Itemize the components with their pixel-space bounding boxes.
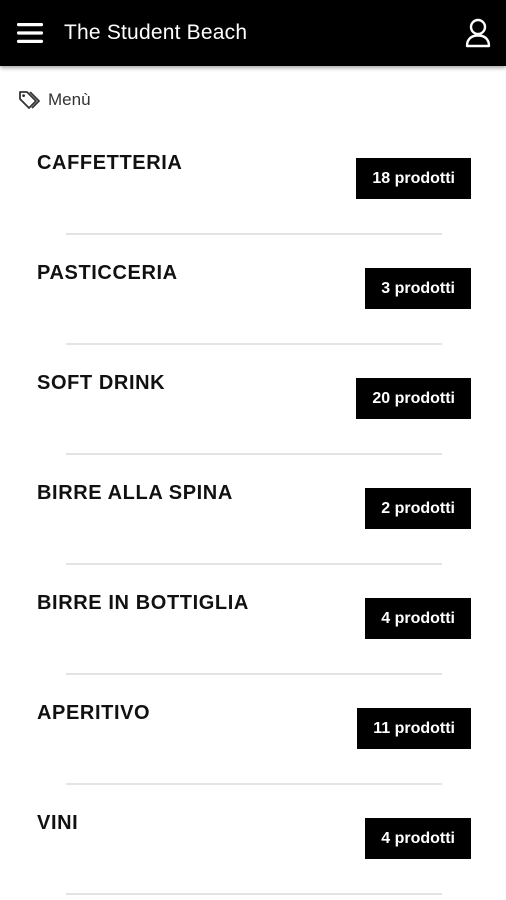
menu-button[interactable] (12, 16, 48, 50)
product-count-badge: 4 prodotti (365, 818, 471, 859)
top-app-bar: The Student Beach (0, 0, 506, 66)
product-count-badge: 3 prodotti (365, 268, 471, 309)
category-name: CAFFETTERIA (37, 152, 183, 174)
category-name: APERITIVO (37, 702, 151, 724)
category-item[interactable]: SOFT DRINK 20 prodotti (0, 345, 506, 455)
app-screen: The Student Beach Menù CAFFETTERIA 18 pr… (0, 0, 506, 900)
category-name: BIRRE ALLA SPINA (37, 482, 233, 504)
breadcrumb: Menù (18, 88, 91, 112)
breadcrumb-label: Menù (48, 90, 91, 109)
product-count-badge: 4 prodotti (365, 598, 471, 639)
user-icon (465, 18, 491, 48)
category-name: SOFT DRINK (37, 372, 166, 394)
product-count-badge: 20 prodotti (356, 378, 471, 419)
category-item[interactable]: CAFFETTERIA 18 prodotti (0, 125, 506, 235)
divider (66, 893, 442, 895)
category-item[interactable]: BIRRE ALLA SPINA 2 prodotti (0, 455, 506, 565)
product-count-badge: 18 prodotti (356, 158, 471, 199)
product-count-badge: 2 prodotti (365, 488, 471, 529)
category-item[interactable]: BIRRE IN BOTTIGLIA 4 prodotti (0, 565, 506, 675)
category-list: CAFFETTERIA 18 prodotti PASTICCERIA 3 pr… (0, 125, 506, 895)
app-title: The Student Beach (64, 21, 248, 44)
category-name: PASTICCERIA (37, 262, 178, 284)
category-name: VINI (37, 812, 79, 834)
hamburger-menu-icon (17, 23, 43, 43)
category-item[interactable]: APERITIVO 11 prodotti (0, 675, 506, 785)
category-item[interactable]: VINI 4 prodotti (0, 785, 506, 895)
product-count-badge: 11 prodotti (357, 708, 471, 749)
user-account-button[interactable] (460, 15, 496, 51)
tag-icon (18, 89, 44, 111)
category-item[interactable]: PASTICCERIA 3 prodotti (0, 235, 506, 345)
category-name: BIRRE IN BOTTIGLIA (37, 592, 249, 614)
